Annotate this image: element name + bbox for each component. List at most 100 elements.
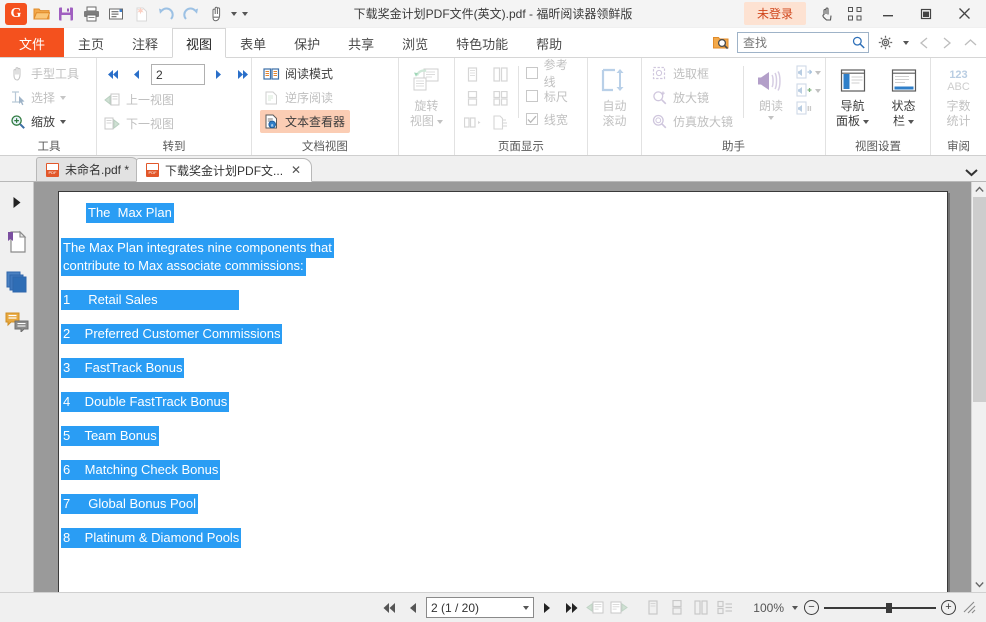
status-next-view-button[interactable]: [608, 597, 630, 619]
zoom-slider-track[interactable]: [824, 607, 936, 609]
word-count-button[interactable]: 123 ABC 字数 统计: [935, 62, 982, 129]
ruler-checkbox[interactable]: 标尺: [522, 85, 583, 107]
line-width-checkbox[interactable]: 线宽: [522, 108, 583, 130]
chevron-down-icon[interactable]: [815, 71, 821, 75]
status-previous-page-button[interactable]: [402, 597, 424, 619]
document-tab-bonus-plan[interactable]: 下载奖金计划PDF文... ✕: [136, 158, 312, 182]
zoom-slider[interactable]: − +: [804, 600, 956, 615]
close-button[interactable]: [946, 1, 982, 27]
ribbon-tab-share[interactable]: 共享: [334, 28, 388, 57]
open-file-button[interactable]: [29, 2, 53, 26]
select-tool-item[interactable]: 选择: [6, 86, 84, 109]
hand-tool-dropdown[interactable]: [229, 2, 239, 26]
rotate-view-button[interactable]: 旋转 视图: [403, 62, 450, 129]
status-facing-continuous-view-button[interactable]: [714, 597, 736, 619]
first-page-button[interactable]: [103, 65, 123, 85]
expand-panel-arrow-icon[interactable]: [4, 189, 30, 215]
hand-tool-button[interactable]: [204, 2, 228, 26]
page-scroll-container[interactable]: The Max Plan The Max Plan integrates nin…: [34, 182, 971, 592]
comments-icon[interactable]: [4, 309, 30, 335]
zoom-slider-thumb[interactable]: [886, 603, 892, 613]
status-first-page-button[interactable]: [378, 597, 400, 619]
text-viewer-item[interactable]: a 文本查看器: [260, 110, 350, 133]
search-input-wrapper[interactable]: [737, 32, 869, 53]
zoom-tool-item[interactable]: 缩放: [6, 110, 84, 133]
status-facing-view-button[interactable]: [690, 597, 712, 619]
ribbon-tab-form[interactable]: 表单: [226, 28, 280, 57]
ribbon-tab-view[interactable]: 视图: [172, 28, 226, 58]
read-current-page-icon[interactable]: [795, 82, 812, 99]
previous-page-button[interactable]: [127, 65, 147, 85]
marquee-tool-item[interactable]: 选取框: [648, 62, 738, 85]
email-button[interactable]: [104, 2, 128, 26]
scroll-down-arrow-icon[interactable]: [972, 577, 986, 592]
scroll-up-arrow-icon[interactable]: [972, 182, 986, 197]
read-from-page-icon[interactable]: [795, 64, 812, 81]
status-single-page-view-button[interactable]: [642, 597, 664, 619]
chevron-down-icon[interactable]: [815, 89, 821, 93]
ribbon-tab-comment[interactable]: 注释: [118, 28, 172, 57]
share-hand-icon[interactable]: [814, 3, 840, 25]
split-view-icon[interactable]: [491, 112, 511, 132]
undo-button[interactable]: [154, 2, 178, 26]
document-tab-untitled[interactable]: 未命名.pdf *: [36, 157, 140, 181]
zoom-in-button[interactable]: +: [941, 600, 956, 615]
page-number-select[interactable]: 2 (1 / 20): [426, 597, 534, 618]
thumbnails-layers-icon[interactable]: [4, 269, 30, 295]
status-next-page-button[interactable]: [536, 597, 558, 619]
vertical-scrollbar[interactable]: [971, 182, 986, 592]
reading-mode-item[interactable]: 阅读模式: [260, 62, 350, 85]
reverse-read-item[interactable]: 逆序阅读: [260, 86, 350, 109]
two-page-icon[interactable]: [491, 64, 511, 84]
pdf-page[interactable]: The Max Plan The Max Plan integrates nin…: [58, 191, 948, 592]
hand-tool-item[interactable]: 手型工具: [6, 62, 84, 85]
print-button[interactable]: [79, 2, 103, 26]
continuous-page-icon[interactable]: [463, 88, 483, 108]
page-number-input[interactable]: [151, 64, 205, 85]
status-last-page-button[interactable]: [560, 597, 582, 619]
ribbon-tab-help[interactable]: 帮助: [522, 28, 576, 57]
next-view-item[interactable]: 下一视图: [101, 112, 253, 135]
status-continuous-view-button[interactable]: [666, 597, 688, 619]
settings-gear-button[interactable]: [872, 32, 898, 54]
auto-scroll-button[interactable]: 自动 滚动: [592, 62, 637, 129]
document-tabs-overflow[interactable]: [965, 168, 986, 181]
guides-checkbox[interactable]: 参考线: [522, 62, 583, 84]
bookmark-page-icon[interactable]: [4, 229, 30, 255]
ribbon-tab-file[interactable]: 文件: [0, 28, 64, 57]
next-page-button[interactable]: [209, 65, 229, 85]
status-previous-view-button[interactable]: [584, 597, 606, 619]
ribbon-tab-features[interactable]: 特色功能: [442, 28, 522, 57]
status-bar-button[interactable]: 状态 栏: [881, 62, 926, 129]
close-tab-icon[interactable]: ✕: [291, 163, 301, 177]
settings-dropdown[interactable]: [901, 31, 911, 55]
resize-grip-icon[interactable]: [958, 597, 980, 619]
foxit-logo-button[interactable]: G: [4, 2, 28, 26]
ribbon-tab-protect[interactable]: 保护: [280, 28, 334, 57]
maximize-button[interactable]: [908, 1, 944, 27]
previous-view-item[interactable]: 上一视图: [101, 88, 253, 111]
vertical-scroll-thumb[interactable]: [973, 197, 986, 402]
read-aloud-button[interactable]: 朗读: [749, 62, 793, 120]
customize-toolbar-dropdown[interactable]: [240, 2, 250, 26]
search-scope-icon[interactable]: [708, 32, 734, 54]
login-status-badge[interactable]: 未登录: [744, 2, 806, 25]
ribbon-forward-button[interactable]: [937, 32, 957, 54]
pause-read-icon[interactable]: [795, 100, 812, 117]
collapse-ribbon-button[interactable]: [960, 32, 980, 54]
redo-button[interactable]: [179, 2, 203, 26]
magnifier-item[interactable]: 放大镜: [648, 86, 738, 109]
search-input[interactable]: [743, 36, 852, 50]
ribbon-back-button[interactable]: [914, 32, 934, 54]
single-page-icon[interactable]: [463, 64, 483, 84]
two-page-continuous-icon[interactable]: [491, 88, 511, 108]
vertical-scroll-track[interactable]: [972, 197, 986, 577]
separate-cover-icon[interactable]: [463, 112, 483, 132]
last-page-button[interactable]: [233, 65, 253, 85]
ribbon-tab-browse[interactable]: 浏览: [388, 28, 442, 57]
minimize-button[interactable]: [870, 1, 906, 27]
loupe-item[interactable]: 仿真放大镜: [648, 110, 738, 133]
zoom-out-button[interactable]: −: [804, 600, 819, 615]
zoom-dropdown-icon[interactable]: [792, 606, 798, 610]
navigation-panel-button[interactable]: 导航 面板: [830, 62, 875, 129]
